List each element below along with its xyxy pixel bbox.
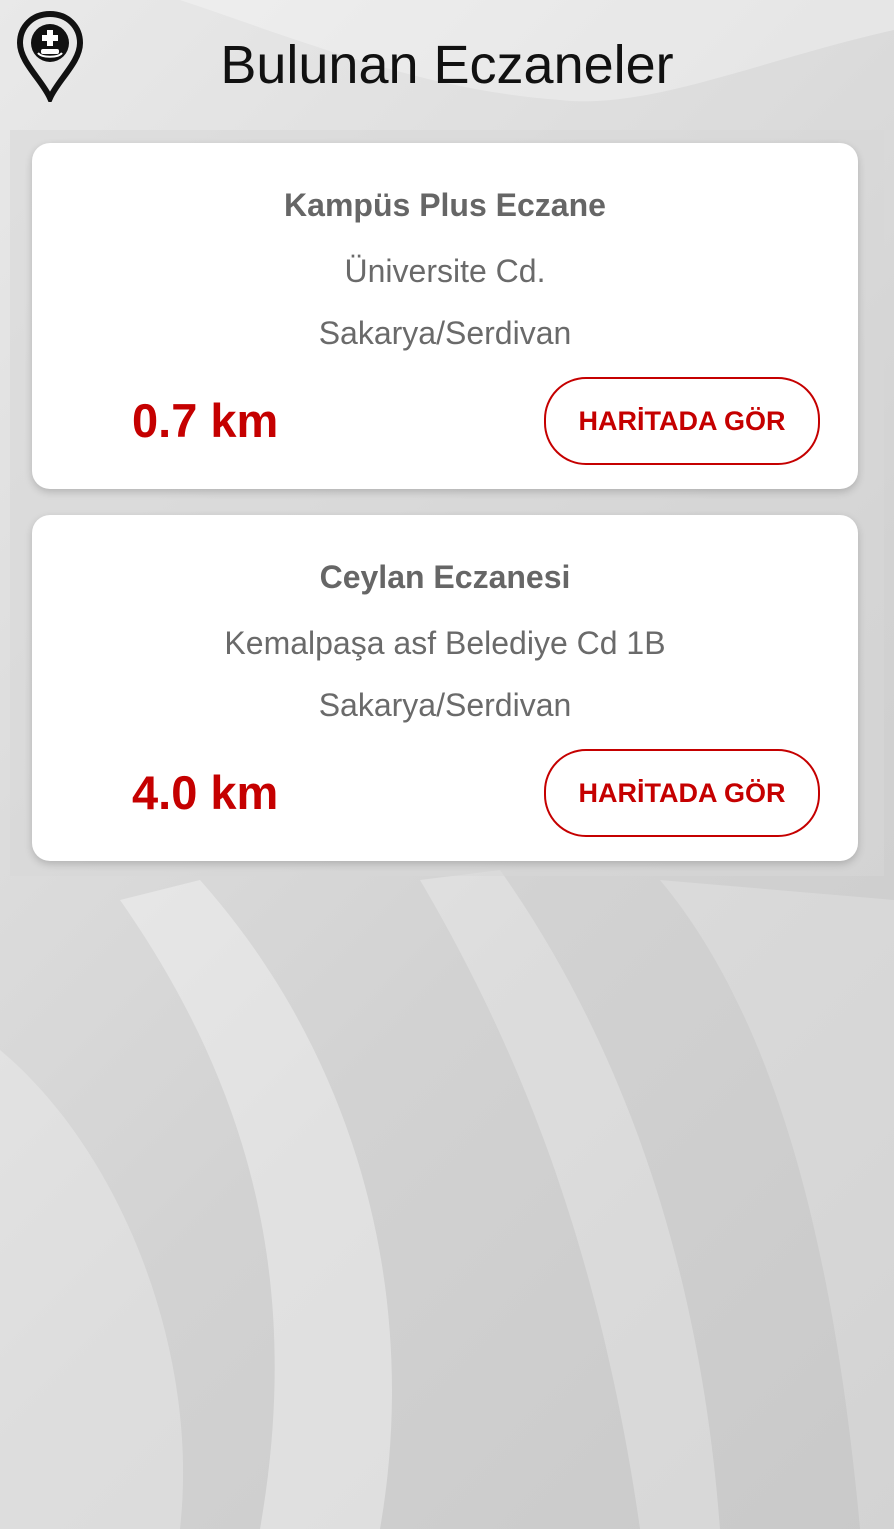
page-title: Bulunan Eczaneler [220, 35, 674, 95]
pharmacy-city: Sakarya/Serdivan [318, 687, 572, 723]
pharmacy-distance: 4.0 km [132, 766, 279, 819]
pharmacy-street: Üniversite Cd. [344, 253, 546, 289]
pharmacy-name: Ceylan Eczanesi [319, 559, 571, 595]
show-on-map-button[interactable]: HARİTADA GÖR [544, 749, 820, 837]
app-header: Bulunan Eczaneler [0, 0, 894, 130]
pharmacy-distance: 0.7 km [132, 394, 279, 447]
show-on-map-button[interactable]: HARİTADA GÖR [544, 377, 820, 465]
pharmacy-street: Kemalpaşa asf Belediye Cd 1B [224, 625, 666, 661]
pharmacy-card: Kampüs Plus Eczane Üniversite Cd. Sakary… [32, 143, 858, 489]
pharmacy-name: Kampüs Plus Eczane [284, 187, 606, 223]
pharmacy-list: Kampüs Plus Eczane Üniversite Cd. Sakary… [10, 130, 884, 876]
pharmacy-city: Sakarya/Serdivan [318, 315, 572, 351]
pharmacy-card: Ceylan Eczanesi Kemalpaşa asf Belediye C… [32, 515, 858, 861]
